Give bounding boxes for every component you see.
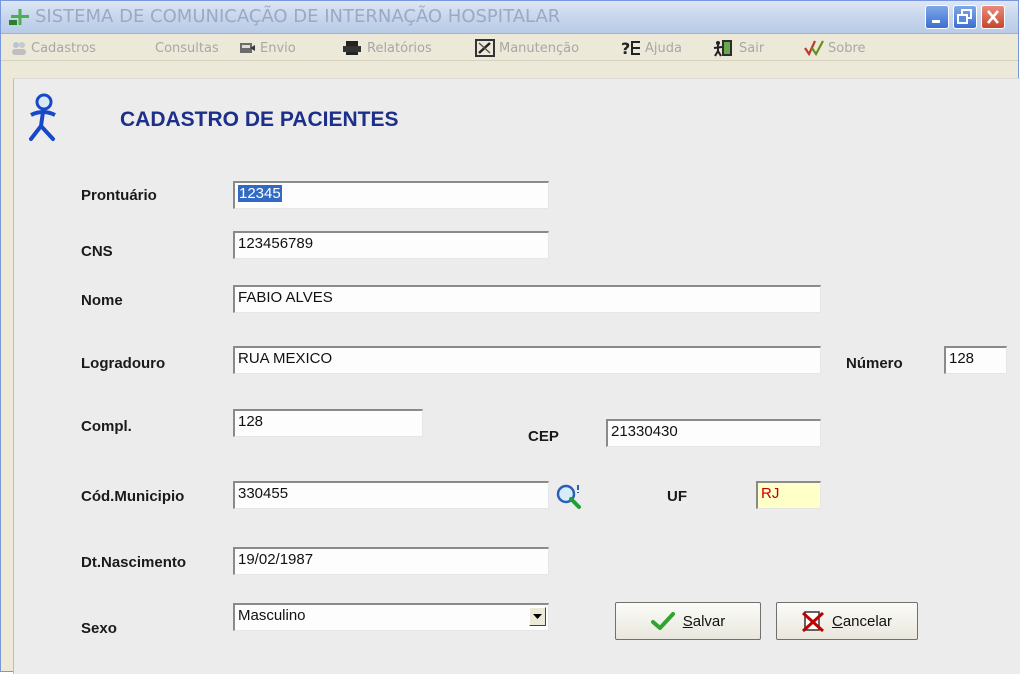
menu-sobre[interactable]: Sobre [804, 38, 866, 58]
menu-label: Sair [739, 40, 765, 56]
save-label: Salvar [683, 613, 726, 630]
cod-municipio-input[interactable]: 330455 [233, 481, 549, 509]
menu-ajuda[interactable]: ? Ajuda [621, 38, 682, 58]
nome-label: Nome [81, 292, 123, 309]
cns-label: CNS [81, 243, 113, 260]
minimize-button[interactable] [925, 5, 949, 29]
page-title: CADASTRO DE PACIENTES [120, 108, 399, 131]
nome-input[interactable]: FABIO ALVES [233, 285, 821, 313]
cancel-button[interactable]: Cancelar [776, 602, 918, 640]
menu-label: Ajuda [645, 40, 682, 56]
save-label-rest: alvar [692, 612, 726, 630]
close-button[interactable] [981, 5, 1005, 29]
close-icon [987, 10, 999, 24]
chevron-down-icon [533, 613, 542, 619]
printer-icon [343, 41, 361, 55]
menu-manutencao[interactable]: Manutenção [475, 38, 579, 58]
main-window: SISTEMA DE COMUNICAÇÃO DE INTERNAÇÃO HOS… [0, 0, 1020, 674]
help-icon: ? [621, 39, 640, 57]
menu-relatorios[interactable]: Relatórios [341, 38, 432, 58]
uf-input[interactable]: RJ [756, 481, 821, 509]
menu-label: Relatórios [367, 40, 432, 56]
cep-label: CEP [528, 428, 559, 445]
prontuario-label: Prontuário [81, 187, 157, 204]
exit-door-icon [713, 40, 732, 57]
prontuario-value: 12345 [238, 185, 282, 202]
logradouro-label: Logradouro [81, 355, 166, 372]
cancel-mnemonic: C [831, 612, 843, 630]
numero-label: Número [846, 355, 903, 372]
prontuario-input[interactable]: 12345 [233, 181, 549, 209]
tools-icon [475, 39, 495, 57]
numero-input[interactable]: 128 [944, 346, 1007, 374]
menu-label: Sobre [828, 40, 866, 56]
save-button[interactable]: Salvar [615, 602, 761, 640]
svg-text:?: ? [621, 39, 630, 57]
restore-icon [957, 9, 972, 24]
cod-municipio-label: Cód.Municipio [81, 488, 185, 505]
checkmark-icon [650, 612, 675, 630]
menu-label: Manutenção [499, 40, 580, 56]
form-panel [13, 78, 1020, 674]
send-icon [240, 43, 255, 53]
menu-sair[interactable]: Sair [713, 38, 764, 58]
compl-input[interactable]: 128 [233, 409, 423, 437]
app-icon [9, 9, 29, 25]
people-icon [12, 42, 26, 55]
sexo-value: Masculino [238, 607, 306, 624]
cancel-label: Cancelar [832, 613, 892, 630]
menu-cadastros[interactable]: Cadastros [11, 38, 96, 58]
dropdown-arrow[interactable] [529, 607, 546, 626]
uf-label: UF [667, 488, 687, 505]
cancel-document-icon [801, 611, 824, 632]
minimize-icon [932, 20, 940, 23]
sexo-label: Sexo [81, 620, 117, 637]
menu-label: Envio [260, 40, 296, 56]
window-title: SISTEMA DE COMUNICAÇÃO DE INTERNAÇÃO HOS… [35, 6, 561, 27]
save-mnemonic: S [682, 612, 693, 630]
dt-nascimento-input[interactable]: 19/02/1987 [233, 547, 549, 575]
compl-label: Compl. [81, 418, 132, 435]
cep-input[interactable]: 21330430 [606, 419, 821, 447]
menu-label: Consultas [155, 40, 219, 56]
title-bar[interactable]: SISTEMA DE COMUNICAÇÃO DE INTERNAÇÃO HOS… [1, 1, 1018, 34]
dt-nascimento-label: Dt.Nascimento [81, 554, 187, 571]
menu-envio[interactable]: Envio [238, 38, 296, 58]
magnifier-search-icon[interactable] [554, 481, 584, 511]
restore-button[interactable] [953, 5, 977, 29]
check-marks-icon [804, 40, 824, 56]
sexo-select[interactable]: Masculino [233, 603, 549, 631]
cns-input[interactable]: 123456789 [233, 231, 549, 259]
walking-person-icon [29, 93, 56, 141]
menu-label: Cadastros [31, 40, 96, 56]
logradouro-input[interactable]: RUA MEXICO [233, 346, 821, 374]
menu-bar: Cadastros Consultas Envio Relatórios Man [1, 34, 1018, 61]
cancel-label-rest: ancelar [842, 612, 893, 630]
menu-consultas[interactable]: Consultas [155, 38, 219, 58]
